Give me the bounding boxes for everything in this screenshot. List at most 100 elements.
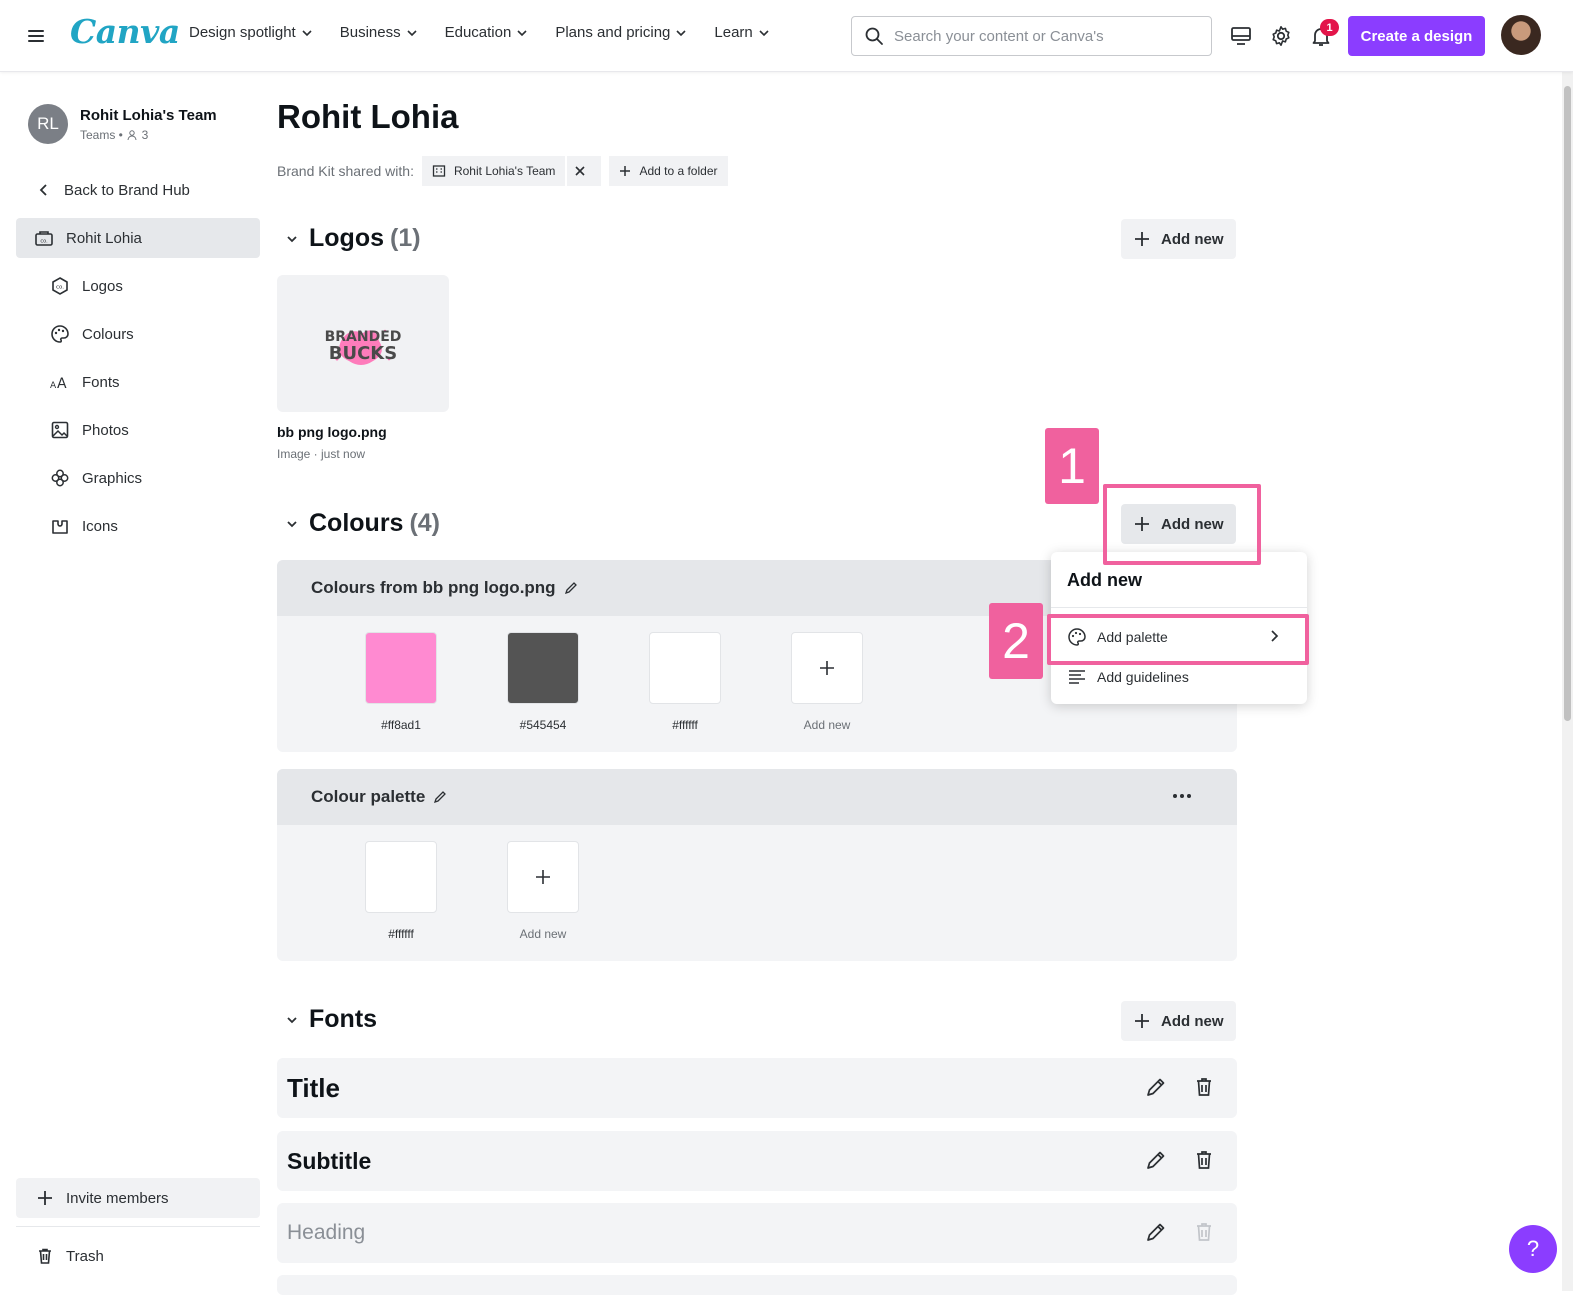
font-row-title[interactable]: Title	[277, 1058, 1237, 1118]
annotation-badge-1: 1	[1045, 428, 1099, 504]
pencil-icon[interactable]	[1145, 1149, 1167, 1171]
pencil-icon[interactable]	[1145, 1221, 1167, 1243]
palette-card: Colour palette #ffffff Add new	[277, 769, 1237, 961]
pencil-icon[interactable]	[1145, 1076, 1167, 1098]
nav-plans-pricing[interactable]: Plans and pricing	[555, 24, 688, 41]
remove-share-button[interactable]	[567, 156, 602, 186]
team-name: Rohit Lohia's Team	[80, 106, 217, 124]
logo-badge-icon: co.	[52, 277, 68, 295]
help-button[interactable]: ?	[1509, 1225, 1557, 1273]
logo-thumbnail[interactable]: BRANDED BUCKS	[277, 275, 449, 412]
sidebar-item-graphics[interactable]: Graphics	[16, 458, 260, 498]
font-icon: AA	[50, 376, 67, 392]
plus-icon	[1135, 232, 1149, 246]
chevron-down-icon	[302, 29, 312, 36]
canva-logo[interactable]: Canva	[70, 12, 180, 51]
hamburger-menu-icon[interactable]	[24, 24, 48, 48]
sidebar-item-trash[interactable]: Trash	[16, 1236, 260, 1276]
logos-section-header[interactable]: Logos (1)	[285, 224, 421, 253]
swatch-colour-box	[649, 632, 721, 704]
sidebar-item-logos[interactable]: co. Logos	[16, 266, 260, 306]
sidebar-item-fonts[interactable]: AA Fonts	[16, 362, 260, 402]
logo-file-name: bb png logo.png	[277, 424, 387, 440]
invite-members-button[interactable]: Invite members	[16, 1178, 260, 1218]
svg-text:co.: co.	[56, 285, 64, 291]
building-icon	[432, 165, 446, 177]
annotation-highlight-1	[1103, 484, 1261, 565]
nav-education[interactable]: Education	[445, 24, 530, 41]
trash-icon[interactable]	[1193, 1149, 1215, 1171]
flower-icon	[51, 469, 69, 487]
add-colour-button[interactable]: Add new	[507, 841, 579, 941]
font-row-subtitle[interactable]: Subtitle	[277, 1131, 1237, 1191]
sidebar-item-colours[interactable]: Colours	[16, 314, 260, 354]
colour-swatch[interactable]: #ff8ad1	[365, 632, 437, 732]
back-to-brand-hub[interactable]: Back to Brand Hub	[16, 170, 260, 210]
fonts-section-header[interactable]: Fonts	[285, 1005, 377, 1034]
swatch-colour-box	[365, 632, 437, 704]
nav-learn[interactable]: Learn	[714, 24, 770, 41]
shared-with-label: Brand Kit shared with:	[277, 163, 414, 179]
chevron-down-icon	[407, 29, 417, 36]
chevron-down-icon	[287, 520, 297, 527]
annotation-highlight-2	[1047, 614, 1309, 665]
branded-bucks-logo-image: BRANDED BUCKS	[325, 329, 401, 365]
more-options-icon[interactable]	[1171, 785, 1193, 807]
team-subtitle: Teams • 3	[80, 127, 149, 142]
team-avatar: RL	[28, 104, 68, 144]
palette-icon	[51, 325, 69, 343]
search-box	[851, 16, 1212, 56]
search-icon	[865, 27, 883, 45]
user-avatar[interactable]	[1501, 15, 1541, 55]
chevron-down-icon	[676, 29, 686, 36]
notification-badge: 1	[1320, 19, 1339, 36]
add-colour-button[interactable]: Add new	[791, 632, 863, 732]
pencil-icon[interactable]	[433, 790, 447, 804]
swatch-colour-box	[365, 841, 437, 913]
font-row-heading[interactable]: Heading	[277, 1203, 1237, 1263]
logos-add-new-button[interactable]: Add new	[1121, 219, 1236, 259]
create-design-button[interactable]: Create a design	[1348, 16, 1485, 56]
close-icon	[575, 166, 586, 176]
gear-icon[interactable]	[1269, 24, 1293, 48]
svg-text:A: A	[57, 376, 67, 392]
colour-swatch[interactable]: #ffffff	[365, 841, 437, 941]
chevron-down-icon	[517, 29, 527, 36]
svg-text:co.: co.	[40, 239, 48, 245]
scrollbar-thumb[interactable]	[1564, 86, 1571, 721]
pencil-icon[interactable]	[564, 581, 578, 595]
colours-section-header[interactable]: Colours (4)	[285, 509, 440, 538]
plus-icon	[1135, 1014, 1149, 1028]
plus-icon	[536, 870, 550, 884]
font-row-partial	[277, 1275, 1237, 1295]
sidebar-item-brand-kit[interactable]: co. Rohit Lohia	[16, 218, 260, 258]
trash-icon[interactable]	[1193, 1076, 1215, 1098]
dropdown-title: Add new	[1067, 570, 1142, 590]
brand-kit-icon: co.	[35, 231, 53, 246]
team-switcher[interactable]: RL Rohit Lohia's Team Teams • 3	[28, 104, 217, 144]
shared-with-row: Brand Kit shared with: Rohit Lohia's Tea…	[277, 156, 728, 186]
text-lines-icon	[1069, 670, 1085, 684]
main-nav: Design spotlight Business Education Plan…	[189, 24, 797, 41]
nav-business[interactable]: Business	[340, 24, 419, 41]
desktop-app-icon[interactable]	[1229, 24, 1253, 48]
shared-team-chip[interactable]: Rohit Lohia's Team	[421, 156, 566, 186]
trash-icon	[1197, 1223, 1211, 1241]
chevron-down-icon	[759, 29, 769, 36]
sidebar-item-icons[interactable]: Icons	[16, 506, 260, 546]
annotation-badge-2: 2	[989, 603, 1043, 679]
chevron-down-icon	[287, 235, 297, 242]
colour-swatch[interactable]: #545454	[507, 632, 579, 732]
chevron-down-icon	[287, 1016, 297, 1023]
fonts-add-new-button[interactable]: Add new	[1121, 1001, 1236, 1041]
search-input[interactable]	[894, 27, 1194, 45]
chevron-left-icon	[39, 184, 47, 196]
member-count: 3	[141, 127, 149, 142]
plus-icon	[38, 1191, 52, 1205]
trash-icon	[39, 1248, 51, 1264]
add-to-folder-button[interactable]: Add to a folder	[609, 156, 728, 186]
sidebar-item-photos[interactable]: Photos	[16, 410, 260, 450]
people-icon	[126, 129, 138, 141]
colour-swatch[interactable]: #ffffff	[649, 632, 721, 732]
nav-design-spotlight[interactable]: Design spotlight	[189, 24, 314, 41]
